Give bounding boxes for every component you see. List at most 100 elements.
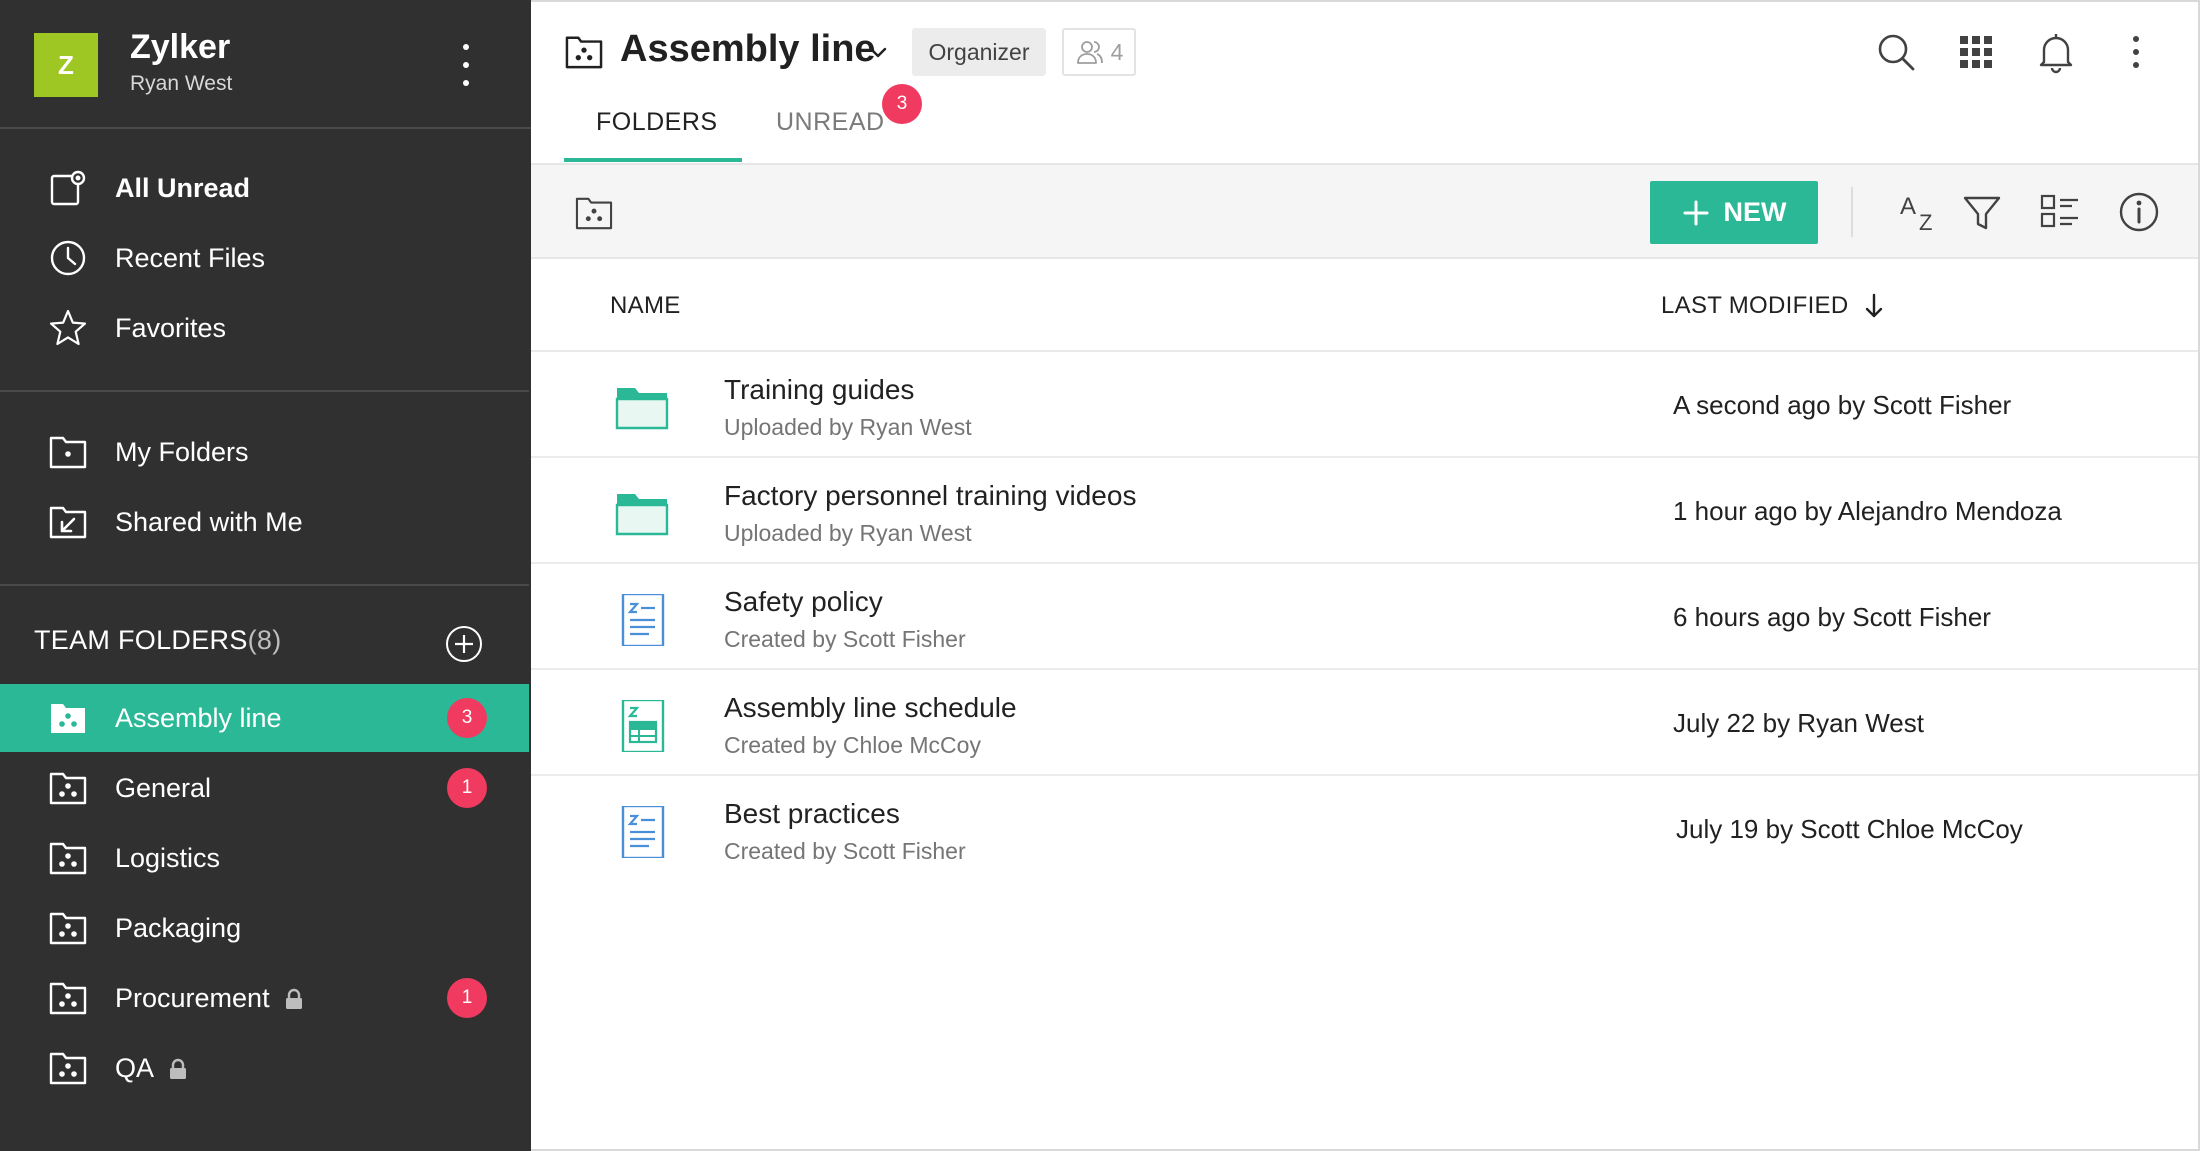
users-icon [1076,41,1103,64]
team-folder-label: Logistics [115,842,221,873]
team-folder-logistics[interactable]: Logistics [0,824,529,892]
team-folders-count: (8) [247,625,282,655]
lock-icon [285,989,302,1010]
file-modified: July 19 by Scott Chloe McCoy [1676,814,2023,844]
org-logo[interactable]: Z [34,33,98,97]
chevron-down-icon[interactable] [866,40,890,64]
unread-badge: 3 [882,84,922,124]
sidebar-item-shared-with-me[interactable]: Shared with Me [0,488,529,556]
column-header-name[interactable]: NAME [610,292,681,320]
folder-icon [615,494,669,536]
tab-folders[interactable]: FOLDERS [596,108,718,137]
more-vertical-icon[interactable] [2114,30,2158,74]
new-button[interactable]: NEW [1650,181,1818,244]
file-name[interactable]: Factory personnel training videos [724,480,1136,512]
file-name[interactable]: Assembly line schedule [724,692,1017,724]
team-folder-packaging[interactable]: Packaging [0,894,529,962]
filter-icon[interactable] [1960,190,2004,234]
sidebar-item-favorites[interactable]: Favorites [0,294,529,362]
sidebar-divider [0,584,529,586]
search-icon[interactable] [1874,30,1918,74]
page-title: Assembly line [620,28,876,70]
file-owner: Uploaded by Ryan West [724,414,972,440]
sidebar-item-recent-files[interactable]: Recent Files [0,224,529,292]
new-button-label: NEW [1723,197,1787,227]
sidebar-item-label: Shared with Me [115,506,303,537]
spreadsheet-icon [621,700,665,752]
clock-icon [48,238,88,278]
more-vertical-icon[interactable] [448,40,484,90]
sidebar-item-my-folders[interactable]: My Folders [0,418,529,486]
column-header-label: LAST MODIFIED [1661,292,1849,319]
sidebar-item-label: All Unread [115,172,251,203]
team-folder-procurement[interactable]: Procurement 1 [0,964,529,1032]
file-row[interactable]: Factory personnel training videos Upload… [531,458,2198,564]
file-owner: Created by Chloe McCoy [724,732,981,758]
unread-icon [48,168,88,208]
star-icon [48,308,88,348]
sidebar: Z Zylker Ryan West All Unread Recent Fil… [0,0,531,1151]
team-folder-icon [48,768,88,808]
team-folder-qa[interactable]: QA [0,1034,529,1102]
team-folder-label: General [115,772,212,803]
team-folder-icon [48,1048,88,1088]
document-icon [621,806,665,858]
file-modified: 1 hour ago by Alejandro Mendoza [1673,496,2062,526]
file-name[interactable]: Training guides [724,374,914,406]
members-button[interactable]: 4 [1062,28,1136,76]
tab-unread[interactable]: UNREAD [776,108,885,137]
apps-grid-icon[interactable] [1954,30,1998,74]
unread-badge: 3 [447,698,487,738]
team-folder-icon [48,698,88,738]
file-owner: Created by Scott Fisher [724,626,966,652]
my-folder-icon [48,432,88,472]
team-folder-icon [565,36,603,69]
member-count: 4 [1110,38,1124,65]
role-badge: Organizer [912,28,1046,76]
unread-badge: 1 [447,768,487,808]
lock-icon [170,1059,187,1080]
org-name: Zylker [130,28,231,66]
file-modified: July 22 by Ryan West [1673,708,1924,738]
file-modified: 6 hours ago by Scott Fisher [1673,602,1991,632]
sort-arrow-down-icon [1865,293,1882,318]
file-name[interactable]: Best practices [724,798,900,830]
team-folder-label: Procurement [115,982,270,1013]
team-folders-heading: TEAM FOLDERS(8) [34,625,282,655]
sort-label-z: Z [1919,210,1932,234]
team-folder-general[interactable]: General 1 [0,754,529,822]
file-row[interactable]: Assembly line schedule Created by Chloe … [531,670,2198,776]
sidebar-item-label: Favorites [115,312,227,343]
sort-alpha-icon[interactable]: A Z [1896,190,1940,234]
document-icon [621,594,665,646]
team-folder-icon[interactable] [575,195,613,231]
file-name[interactable]: Safety policy [724,586,883,618]
plus-icon [1683,200,1708,225]
file-row[interactable]: Safety policy Created by Scott Fisher 6 … [531,564,2198,670]
sidebar-item-label: Recent Files [115,242,266,273]
team-folder-label: QA [115,1052,155,1083]
file-row[interactable]: Best practices Created by Scott Fisher J… [531,776,2198,882]
file-row[interactable]: Training guides Uploaded by Ryan West A … [531,352,2198,458]
file-modified: A second ago by Scott Fisher [1673,390,2012,420]
list-view-icon[interactable] [2038,190,2082,234]
folder-icon [615,388,669,430]
team-folder-icon [48,908,88,948]
file-owner: Created by Scott Fisher [724,838,966,864]
team-folder-label: Packaging [115,912,242,943]
team-folder-icon [48,838,88,878]
team-folder-label-wrap: QA [115,1053,188,1084]
add-team-folder-icon[interactable] [444,624,484,664]
column-header-last-modified[interactable]: LAST MODIFIED [1661,292,1885,320]
bell-icon[interactable] [2034,30,2078,74]
team-folder-assembly-line[interactable]: Assembly line 3 [0,684,529,752]
toolbar: NEW A Z [531,163,2198,259]
info-icon[interactable] [2117,190,2161,234]
sidebar-divider [0,390,529,392]
sidebar-item-all-unread[interactable]: All Unread [0,154,529,222]
toolbar-separator [1851,187,1853,237]
file-owner: Uploaded by Ryan West [724,520,972,546]
team-folder-label: Assembly line [115,702,282,733]
shared-folder-icon [48,502,88,542]
org-header: Z Zylker Ryan West [0,0,531,129]
